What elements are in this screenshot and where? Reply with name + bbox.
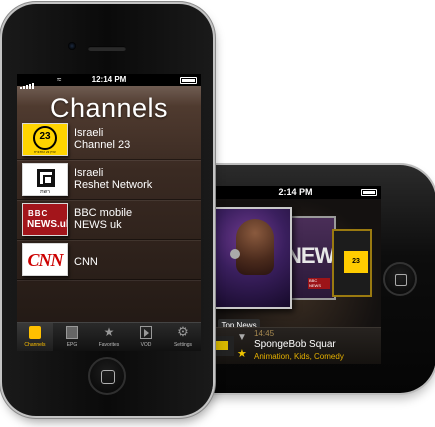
landscape-status-bar: 2:14 PM (210, 186, 381, 199)
tab-label: EPG (66, 342, 78, 348)
channel-name: CNN (74, 256, 199, 268)
channel-name-line1: BBC mobile (74, 207, 133, 219)
now-playing-bar[interactable]: ▼ ★ 14:45 SpongeBob Squar Animation, Kid… (210, 327, 381, 364)
reshet-logo-icon: רשת (22, 163, 68, 196)
channel-name-line2: CNN (74, 256, 98, 268)
home-button[interactable] (88, 357, 126, 395)
channel-row-reshet[interactable]: רשת Israeli Reshet Network (17, 160, 201, 200)
microphone-icon (230, 249, 240, 259)
channel-row-channel-23[interactable]: 23 ערוץ 23 החינוכית Israeli Channel 23 (17, 120, 201, 160)
gear-icon: ⚙ (177, 324, 189, 339)
now-playing-icons: ▼ ★ (235, 329, 251, 364)
channel-name: Israeli Reshet Network (74, 167, 199, 191)
channel-23-logo-icon: 23 ערוץ 23 החינוכית (22, 123, 68, 156)
carousel-card-featured[interactable] (214, 207, 292, 309)
bbc-news-logo-icon: BBC NEWS.uk (22, 203, 68, 236)
epg-icon (66, 326, 78, 339)
tab-settings[interactable]: ⚙ Settings (165, 323, 201, 351)
tab-label: Favorites (98, 342, 120, 348)
channel-name-line2: Reshet Network (74, 179, 153, 191)
status-bar: ≈ 12:14 PM (17, 74, 201, 89)
program-time: 14:45 (254, 329, 275, 338)
channel-name: Israeli Channel 23 (74, 127, 199, 151)
singer-image (236, 219, 274, 275)
news-card-mini-logo: BBC NEWS (308, 278, 330, 289)
program-genre: Animation, Kids, Comedy (254, 352, 344, 361)
battery-icon (361, 189, 377, 196)
channel-name-line2: Channel 23 (74, 139, 131, 151)
earpiece-speaker (88, 46, 126, 51)
star-icon[interactable]: ★ (237, 349, 247, 360)
channel-logo-icon (212, 336, 234, 356)
tab-favorites[interactable]: ★ Favorites (91, 323, 127, 351)
tab-label: Channels (24, 342, 46, 348)
channel-name-line1: Israeli (74, 167, 104, 179)
header-gloss (17, 86, 201, 106)
program-title: SpongeBob Squar (254, 339, 336, 350)
logo-subtext: NEWS.uk (27, 219, 68, 230)
logo-text: 23 (39, 131, 51, 142)
phone-icon (29, 326, 41, 339)
star-icon: ★ (103, 325, 115, 339)
channel-name-line1: Israeli (74, 127, 104, 139)
carousel-card-channel[interactable]: 23 (332, 229, 372, 297)
landscape-status-time: 2:14 PM (278, 187, 313, 197)
channel-logo-icon: 23 (344, 251, 368, 273)
film-icon (140, 326, 152, 339)
channel-name: BBC mobile NEWS uk (74, 207, 199, 231)
landscape-screen: 2:14 PM NEWS BBC NEWS 23 Top News ▼ ★ 14 (210, 186, 381, 364)
tab-label: Settings (173, 342, 193, 348)
tab-vod[interactable]: VOD (128, 323, 164, 351)
logo-square (37, 169, 55, 187)
battery-icon (180, 77, 197, 84)
tab-epg[interactable]: EPG (54, 323, 90, 351)
logo-text: BBC (28, 209, 49, 218)
cnn-logo-icon: CNN (22, 243, 68, 276)
portrait-phone: ≈ 12:14 PM Channels 23 ערוץ 23 החינוכית … (2, 4, 213, 416)
landscape-home-button[interactable] (383, 262, 417, 296)
carousel-card-bbc-news[interactable]: NEWS BBC NEWS (286, 216, 349, 300)
tab-bar: Channels EPG ★ Favorites VOD ⚙ Settings (17, 322, 201, 351)
logo-subtext: ערוץ 23 החינוכית (34, 150, 56, 154)
bookmark-icon[interactable]: ▼ (237, 333, 247, 343)
channel-row-cnn[interactable]: CNN CNN (17, 240, 201, 280)
channel-row-bbc[interactable]: BBC NEWS.uk BBC mobile NEWS uk (17, 200, 201, 240)
channel-name-line2: NEWS uk (74, 219, 122, 231)
tab-label: VOD (140, 342, 152, 348)
logo-text: רשת (40, 189, 50, 195)
front-camera (68, 42, 76, 50)
portrait-screen: ≈ 12:14 PM Channels 23 ערוץ 23 החינוכית … (17, 74, 201, 351)
channel-carousel[interactable]: NEWS BBC NEWS 23 Top News (210, 199, 381, 332)
status-time: 12:14 PM (91, 75, 127, 84)
tab-channels[interactable]: Channels (17, 323, 53, 351)
logo-text: CNN (27, 250, 63, 270)
